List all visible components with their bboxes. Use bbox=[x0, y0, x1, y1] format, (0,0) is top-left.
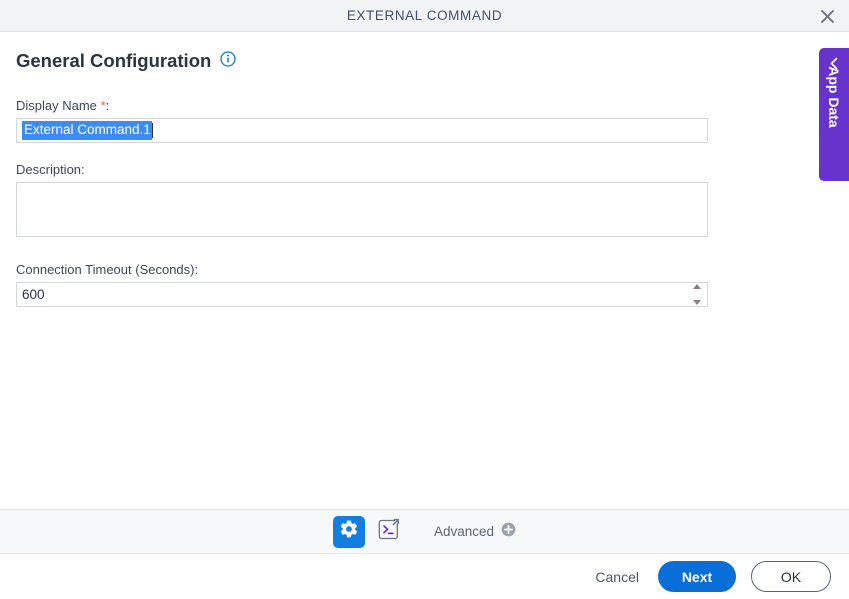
app-data-label: App Data bbox=[826, 66, 842, 128]
plus-circle-icon[interactable] bbox=[501, 522, 516, 542]
close-icon bbox=[820, 9, 835, 24]
display-name-value: External Command.1 bbox=[22, 121, 152, 140]
close-button[interactable] bbox=[813, 3, 841, 29]
page-title: General Configuration bbox=[16, 49, 212, 71]
connection-timeout-input[interactable] bbox=[16, 282, 708, 307]
general-configuration-tool-button[interactable] bbox=[332, 515, 365, 548]
advanced-label: Advanced bbox=[433, 524, 495, 539]
info-circle-icon[interactable] bbox=[220, 51, 236, 72]
connection-timeout-label: Connection Timeout (Seconds): bbox=[16, 262, 199, 277]
cancel-button[interactable]: Cancel bbox=[591, 563, 643, 591]
dialog-footer: Cancel Next OK bbox=[0, 554, 849, 599]
bottom-toolbar: Advanced bbox=[0, 509, 849, 554]
advanced-section-toggle[interactable]: Advanced bbox=[434, 522, 516, 542]
ok-button[interactable]: OK bbox=[751, 561, 831, 592]
connection-timeout-stepper[interactable] bbox=[691, 284, 703, 305]
display-name-label: Display Name *: bbox=[16, 98, 708, 114]
text-caret bbox=[151, 123, 153, 138]
next-button[interactable]: Next bbox=[658, 561, 736, 592]
app-data-panel-toggle[interactable]: App Data bbox=[819, 48, 849, 181]
description-label: Description: bbox=[16, 162, 85, 177]
display-name-label-text: Display Name bbox=[16, 98, 101, 113]
connection-timeout-field bbox=[16, 282, 708, 307]
page-heading: General Configuration bbox=[16, 49, 236, 72]
display-name-input[interactable]: External Command.1 bbox=[16, 118, 708, 143]
dialog-title-bar: EXTERNAL COMMAND bbox=[0, 0, 849, 32]
gear-icon bbox=[339, 519, 359, 544]
stepper-down-icon[interactable] bbox=[693, 300, 701, 305]
dialog-title: EXTERNAL COMMAND bbox=[346, 8, 503, 23]
external-command-tool-button[interactable] bbox=[374, 517, 404, 547]
display-name-label-colon: : bbox=[105, 98, 110, 113]
description-input[interactable] bbox=[16, 182, 708, 237]
console-external-link-icon bbox=[375, 516, 402, 548]
stepper-up-icon[interactable] bbox=[693, 284, 701, 289]
general-configuration-form: Display Name *: External Command.1 Descr… bbox=[16, 98, 708, 307]
